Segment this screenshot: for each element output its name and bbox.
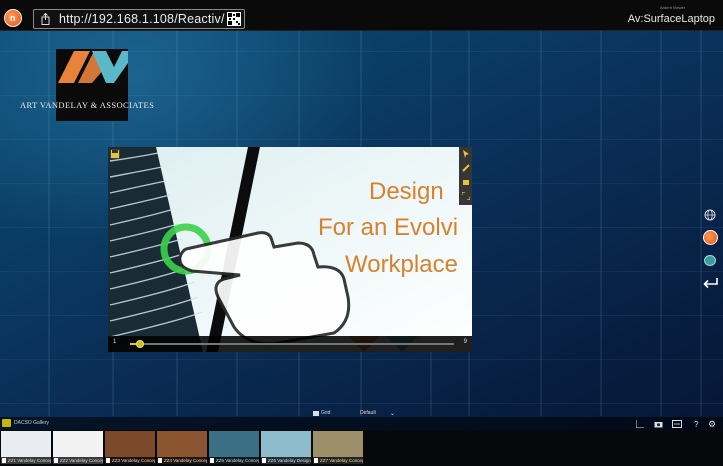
save-icon[interactable] (110, 149, 120, 159)
progress-knob[interactable] (135, 340, 144, 348)
pen-tool-icon[interactable] (459, 161, 472, 175)
slide-title-line-2: For an Evolvi (318, 214, 459, 241)
settings-gear-icon[interactable]: ⚙ (708, 418, 716, 430)
thumbnail-caption: ZZ4 Vandelay Concepts (157, 457, 207, 464)
viewer-caption: Ardent Viewer (660, 5, 686, 10)
presentation-slide[interactable]: Design For an Evolvi Workplace 1 9 (108, 147, 472, 352)
folder-label[interactable]: DACSO Gallery (14, 420, 49, 426)
screens-icon[interactable] (672, 418, 682, 430)
folder-icon[interactable] (2, 419, 11, 427)
company-logo-mark (58, 51, 128, 83)
thumbnail-item[interactable]: ZZ5 Vandelay Concepts_Architecture (209, 431, 259, 464)
total-pages: 9 (463, 339, 467, 345)
app-logo-icon[interactable] (702, 229, 718, 245)
globe-icon[interactable] (702, 207, 718, 223)
thumbnail-caption: ZZ2 Vandelay Concepts_Floor Plan (53, 457, 103, 464)
eraser-tool-icon[interactable] (459, 175, 472, 189)
thumbnail-caption: ZZ1 Vandelay Concepts_01 (1, 457, 51, 464)
share-icon[interactable] (41, 13, 50, 25)
current-page: 1 (113, 339, 117, 345)
url-text[interactable]: http://192.168.1.108/Reactiv/ (59, 12, 225, 26)
company-logo (56, 49, 128, 121)
thumbnail-caption: ZZ7 Vandelay Concepts Video (313, 457, 363, 464)
thumbnail-caption: ZZ5 Vandelay Concepts_Architecture (209, 457, 259, 464)
help-icon[interactable]: ? (694, 418, 698, 430)
thumbnail-item[interactable]: ZZ4 Vandelay Concepts (157, 431, 207, 464)
view-icon (313, 410, 319, 416)
company-name: ART VANDELAY & ASSOCIATES (20, 100, 155, 110)
progress-track[interactable] (130, 340, 454, 348)
grid-icon[interactable] (636, 418, 644, 430)
slide-title-line-3: Workplace (345, 251, 458, 278)
thumbnail-item[interactable]: ZZ2 Vandelay Concepts_Floor Plan (53, 431, 103, 464)
device-name: Av:SurfaceLaptop (627, 13, 715, 25)
slide-progress-bar[interactable]: 1 9 (108, 336, 472, 352)
thumbnail-strip: ZZ1 Vandelay Concepts_01ZZ2 Vandelay Con… (0, 430, 723, 466)
camera-icon[interactable] (654, 418, 663, 430)
thumbnail-caption: ZZ3 Vandelay Concepts (105, 457, 155, 464)
back-arrow-icon[interactable] (702, 275, 718, 291)
pointer-tool-icon[interactable] (459, 147, 472, 161)
thumbnail-item[interactable]: ZZ7 Vandelay Concepts Video (313, 431, 363, 464)
chevron-down-icon: ⌄ (389, 410, 395, 417)
slide-toolbar (459, 147, 472, 205)
view-label: Grid (321, 410, 331, 416)
app-logo-icon[interactable]: n (4, 9, 22, 27)
top-bar: n http://192.168.1.108/Reactiv/ Ardent V… (0, 0, 723, 31)
gallery-bar: DACSO Gallery (0, 417, 723, 430)
qr-code-icon[interactable] (227, 12, 241, 26)
address-bar[interactable]: http://192.168.1.108/Reactiv/ (33, 9, 245, 29)
fullscreen-icon[interactable] (459, 189, 472, 203)
slide-title-line-1: Design (369, 178, 444, 205)
thumbnail-caption: ZZ6 Vandelay Design for an Evolving Work… (261, 457, 311, 464)
thumbnail-item[interactable]: ZZ1 Vandelay Concepts_01 (1, 431, 51, 464)
thumbnail-item[interactable]: ZZ6 Vandelay Design for an Evolving Work… (261, 431, 311, 464)
layout-label: Default (360, 410, 376, 416)
brain-icon[interactable] (702, 252, 718, 268)
thumbnail-item[interactable]: ZZ3 Vandelay Concepts (105, 431, 155, 464)
